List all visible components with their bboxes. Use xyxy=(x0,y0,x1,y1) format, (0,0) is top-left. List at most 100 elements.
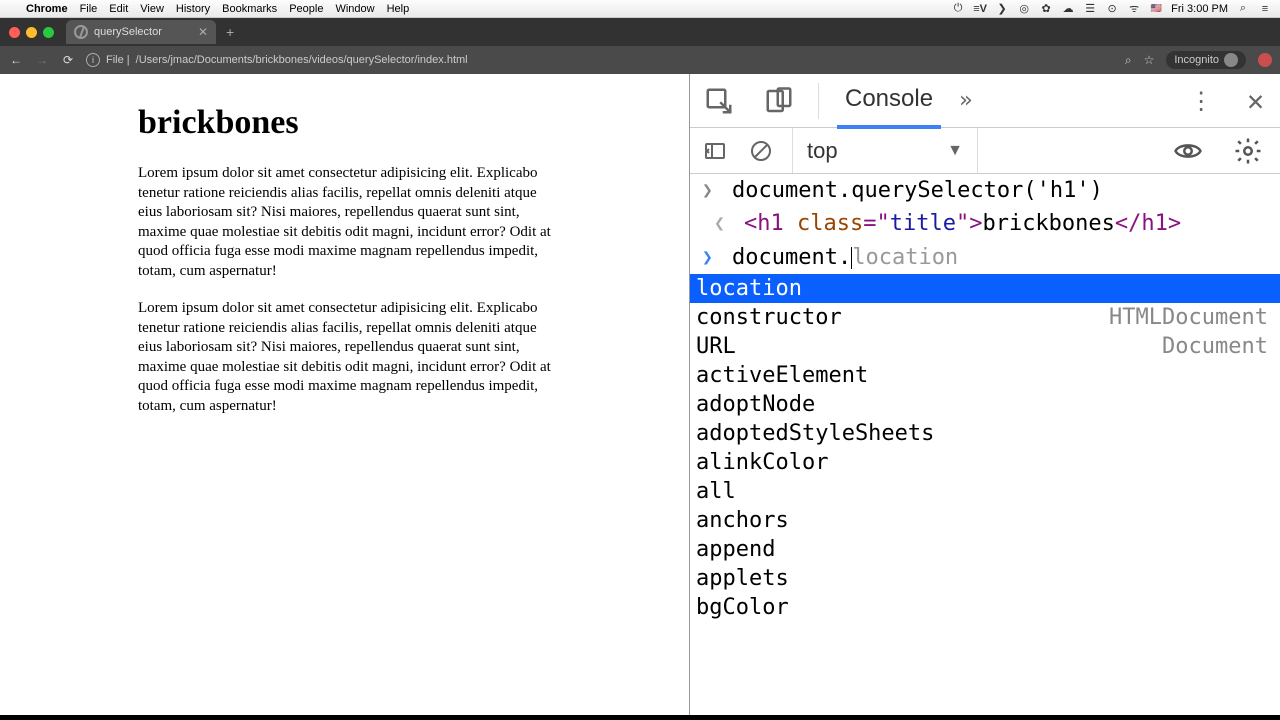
incognito-badge[interactable]: Incognito xyxy=(1166,51,1246,69)
execution-context-select[interactable]: top ▼ xyxy=(792,128,978,173)
devtools-tabbar: Console » ⋮ ✕ xyxy=(690,74,1280,128)
address-bar[interactable]: i File | /Users/jmac/Documents/brickbone… xyxy=(86,53,1115,67)
clear-console-icon[interactable] xyxy=(746,136,776,166)
html-tag: <h1 xyxy=(744,211,797,236)
console-history-code: document.querySelector('h1') xyxy=(732,178,1103,203)
console-input[interactable]: ❯ document.location xyxy=(690,240,1280,274)
menu-people[interactable]: People xyxy=(283,3,329,15)
menubar-clock[interactable]: Fri 3:00 PM xyxy=(1171,3,1228,15)
autocomplete-popup: locationconstructorHTMLDocumentURL Docume… xyxy=(690,274,1280,622)
address-path: /Users/jmac/Documents/brickbones/videos/… xyxy=(136,54,468,66)
autocomplete-item[interactable]: applets xyxy=(690,564,1280,593)
page-viewport: brickbones Lorem ipsum dolor sit amet co… xyxy=(0,74,690,720)
back-button[interactable]: ← xyxy=(8,53,24,67)
console-body: ❯ document.querySelector('h1') ❮ <h1 cla… xyxy=(690,174,1280,720)
search-icon[interactable]: ⌕ xyxy=(1125,53,1132,68)
menu-file[interactable]: File xyxy=(74,3,104,15)
incognito-label: Incognito xyxy=(1174,54,1219,66)
autocomplete-item[interactable]: all xyxy=(690,477,1280,506)
status-icon[interactable]: ❯ xyxy=(995,2,1009,16)
page-paragraph: Lorem ipsum dolor sit amet consectetur a… xyxy=(138,164,558,281)
console-settings-icon[interactable] xyxy=(1226,136,1270,166)
autocomplete-item[interactable]: adoptedStyleSheets xyxy=(690,419,1280,448)
autocomplete-item[interactable]: bgColor xyxy=(690,593,1280,622)
status-icon[interactable]: ✿ xyxy=(1039,2,1053,16)
menu-window[interactable]: Window xyxy=(329,3,380,15)
console-output: ❮ <h1 class="title">brickbones</h1> xyxy=(690,207,1280,240)
menu-view[interactable]: View xyxy=(134,3,170,15)
console-output-html[interactable]: <h1 class="title">brickbones</h1> xyxy=(744,211,1181,236)
autocomplete-item-name: append xyxy=(696,537,775,562)
autocomplete-item[interactable]: activeElement xyxy=(690,361,1280,390)
page-title: brickbones xyxy=(138,104,629,142)
site-info-icon[interactable]: i xyxy=(86,53,100,67)
forward-button: → xyxy=(34,53,50,67)
spotlight-icon[interactable]: ⌕ xyxy=(1236,2,1250,16)
close-tab-icon[interactable]: ✕ xyxy=(198,25,208,39)
incognito-icon xyxy=(1224,53,1238,67)
chrome-toolbar: ← → ⟳ i File | /Users/jmac/Documents/bri… xyxy=(0,46,1280,74)
autocomplete-item[interactable]: constructorHTMLDocument xyxy=(690,303,1280,332)
autocomplete-item[interactable]: anchors xyxy=(690,506,1280,535)
minimize-window-icon[interactable] xyxy=(26,27,37,38)
status-icon[interactable]: ◎ xyxy=(1017,2,1031,16)
wifi-icon[interactable]: ⊙ xyxy=(1105,2,1119,16)
typed-text: document. xyxy=(732,245,851,270)
menu-help[interactable]: Help xyxy=(381,3,416,15)
status-icon[interactable]: ≡V xyxy=(973,2,987,16)
autocomplete-item[interactable]: alinkColor xyxy=(690,448,1280,477)
autocomplete-item-name: adoptedStyleSheets xyxy=(696,421,934,446)
console-toolbar: top ▼ xyxy=(690,128,1280,174)
browser-tab[interactable]: querySelector ✕ xyxy=(66,20,216,44)
menu-bookmarks[interactable]: Bookmarks xyxy=(216,3,283,15)
autocomplete-item-name: anchors xyxy=(696,508,789,533)
autocomplete-item[interactable]: location xyxy=(690,274,1280,303)
autocomplete-item[interactable]: adoptNode xyxy=(690,390,1280,419)
autocomplete-item-name: constructor xyxy=(696,305,842,330)
live-expression-icon[interactable] xyxy=(1166,136,1210,166)
page-paragraph: Lorem ipsum dolor sit amet consectetur a… xyxy=(138,299,558,416)
device-toolbar-icon[interactable] xyxy=(758,80,800,122)
html-attr-name: class xyxy=(797,211,863,236)
autocomplete-item-name: applets xyxy=(696,566,789,591)
html-close: "> xyxy=(956,211,983,236)
status-icon[interactable]: ⏻ xyxy=(951,2,965,16)
autocomplete-item-name: bgColor xyxy=(696,595,789,620)
output-arrow-icon: ❮ xyxy=(714,213,728,234)
ghost-completion: location xyxy=(852,245,958,270)
more-tabs-icon[interactable]: » xyxy=(959,88,972,113)
close-window-icon[interactable] xyxy=(9,27,20,38)
bottom-bar xyxy=(0,715,1280,720)
status-icon[interactable]: ☁ xyxy=(1061,2,1075,16)
new-tab-button[interactable]: + xyxy=(220,24,240,40)
mac-menubar: Chrome File Edit View History Bookmarks … xyxy=(0,0,1280,18)
window-controls xyxy=(6,27,62,38)
zoom-window-icon[interactable] xyxy=(43,27,54,38)
autocomplete-item-name: URL xyxy=(696,334,736,359)
wifi-icon[interactable]: ᯤ xyxy=(1127,2,1141,16)
autocomplete-item-hint: Document xyxy=(1162,334,1268,359)
menu-history[interactable]: History xyxy=(170,3,216,15)
tab-console[interactable]: Console xyxy=(837,74,941,129)
devtools-menu-icon[interactable]: ⋮ xyxy=(1181,87,1221,115)
console-input-text: document.location xyxy=(732,245,958,270)
execution-context-label: top xyxy=(807,138,838,164)
flag-icon[interactable]: 🇺🇸 xyxy=(1149,2,1163,16)
console-input-history: ❯ document.querySelector('h1') xyxy=(690,174,1280,207)
app-name[interactable]: Chrome xyxy=(20,3,74,15)
extension-icon[interactable] xyxy=(1258,53,1272,67)
inspect-element-icon[interactable] xyxy=(698,80,740,122)
autocomplete-item-name: alinkColor xyxy=(696,450,828,475)
menu-icon[interactable]: ≡ xyxy=(1258,2,1272,16)
autocomplete-item[interactable]: append xyxy=(690,535,1280,564)
bookmark-icon[interactable]: ☆ xyxy=(1144,53,1155,67)
reload-button[interactable]: ⟳ xyxy=(60,53,76,67)
favicon-icon xyxy=(74,25,88,39)
devtools-close-icon[interactable]: ✕ xyxy=(1239,84,1272,117)
console-sidebar-icon[interactable] xyxy=(700,136,730,166)
chrome-tabstrip: querySelector ✕ + xyxy=(0,18,1280,46)
chrome-window: querySelector ✕ + ← → ⟳ i File | /Users/… xyxy=(0,18,1280,720)
menu-edit[interactable]: Edit xyxy=(103,3,134,15)
autocomplete-item[interactable]: URL Document xyxy=(690,332,1280,361)
status-icon[interactable]: ☰ xyxy=(1083,2,1097,16)
